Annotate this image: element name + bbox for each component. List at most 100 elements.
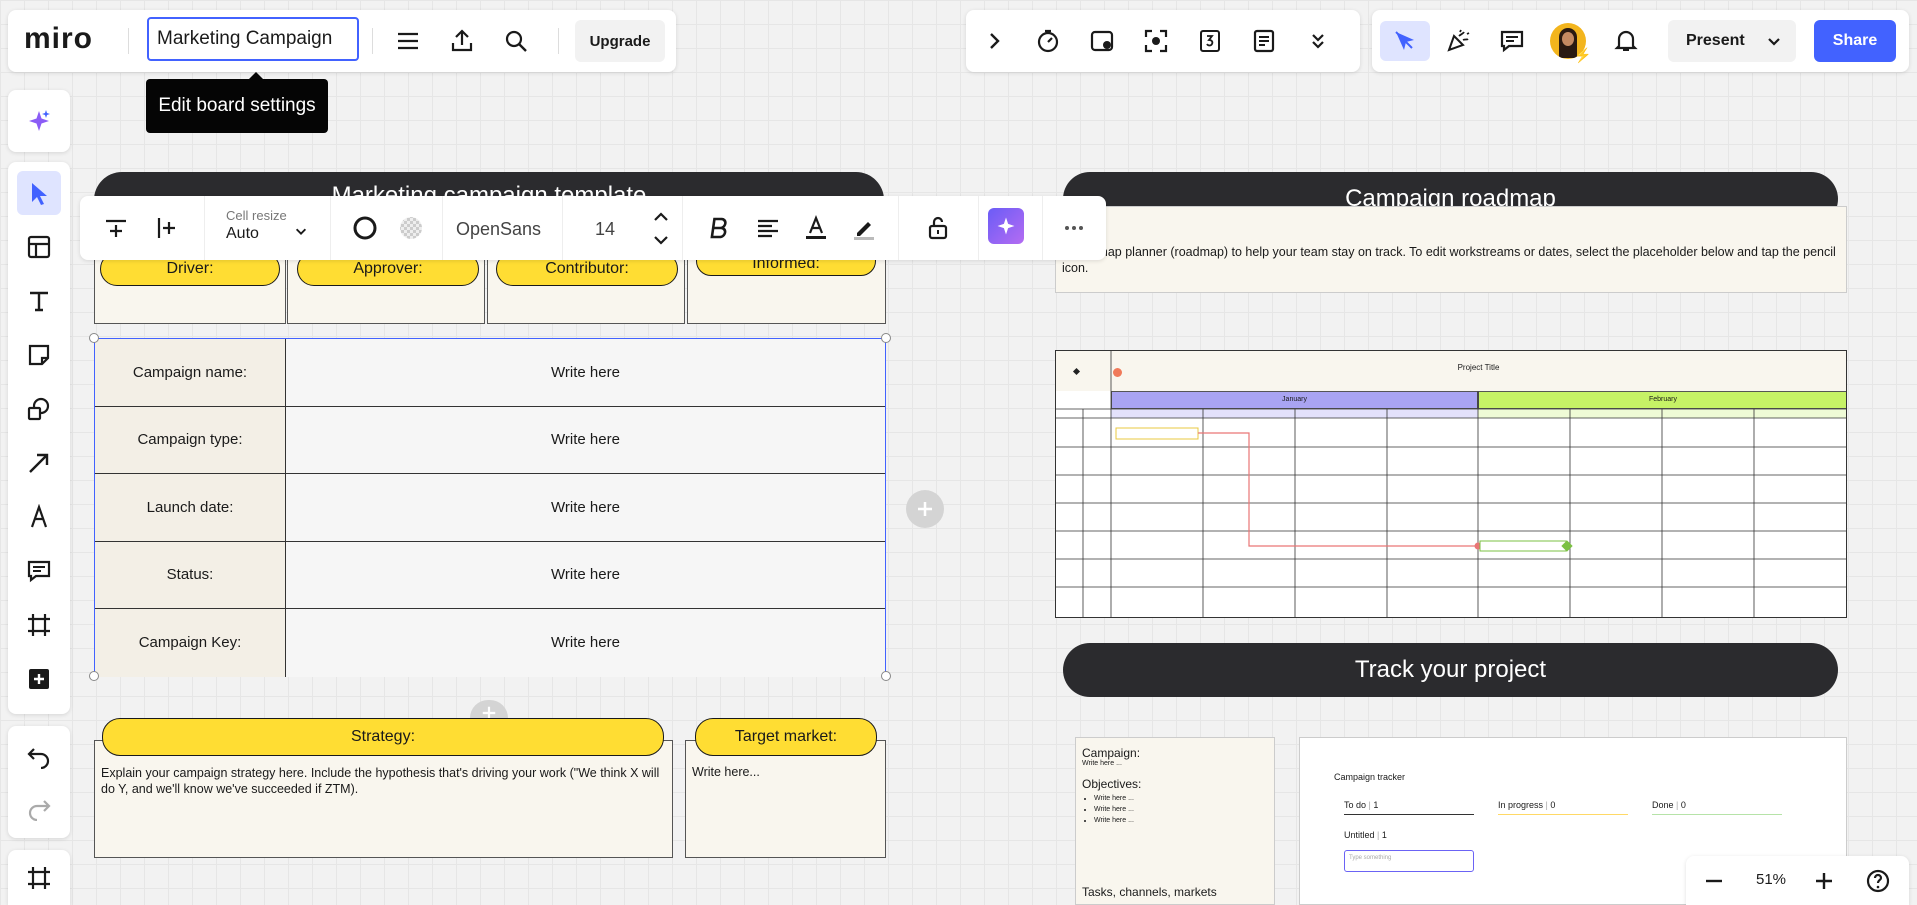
table-row: Launch date: Write here — [95, 474, 885, 542]
celebrate-button[interactable] — [1438, 21, 1478, 61]
board-name-input[interactable]: Marketing Campaign — [147, 17, 359, 61]
focus-button[interactable] — [1136, 21, 1176, 61]
tooltip-arrow — [248, 72, 264, 80]
plus-icon — [482, 706, 496, 718]
row-label-cell[interactable]: Campaign Key: — [95, 609, 286, 677]
row-label-cell[interactable]: Campaign type: — [95, 406, 286, 473]
highlighter-icon — [854, 222, 874, 240]
comment-tool[interactable] — [19, 551, 59, 591]
bold-button[interactable] — [700, 208, 740, 248]
export-button[interactable] — [442, 21, 482, 61]
tracker-input[interactable]: Type something — [1344, 850, 1474, 872]
tracker-group[interactable]: Untitled | 1 — [1344, 830, 1387, 840]
add-row-button[interactable] — [470, 700, 508, 718]
row-value-cell[interactable]: Write here — [286, 339, 885, 406]
zoom-out-button[interactable] — [1694, 861, 1734, 901]
search-button[interactable] — [496, 21, 536, 61]
row-label-cell[interactable]: Launch date: — [95, 474, 286, 541]
insert-row-button[interactable] — [96, 208, 136, 248]
row-label-cell[interactable]: Status: — [95, 541, 286, 608]
tracker-title: Campaign tracker — [1334, 772, 1406, 782]
history-panel — [8, 726, 70, 838]
strategy-box[interactable]: Explain your campaign strategy here. Inc… — [94, 740, 673, 858]
row-value-cell[interactable]: Write here — [286, 541, 885, 608]
text-color-button[interactable] — [796, 208, 836, 248]
selection-handle[interactable] — [89, 671, 99, 681]
cell-resize-dropdown[interactable]: Cell resize Auto — [226, 208, 322, 250]
row-label-cell[interactable]: Campaign name: — [95, 339, 286, 406]
upload-icon — [451, 29, 473, 52]
border-style-button[interactable] — [345, 208, 385, 248]
fill-color-button[interactable] — [391, 208, 431, 248]
font-size-stepper[interactable] — [652, 210, 670, 248]
row-value-cell[interactable]: Write here — [286, 406, 885, 473]
pen-tool[interactable] — [19, 497, 59, 537]
connector-tool[interactable] — [19, 443, 59, 483]
help-button[interactable] — [1858, 861, 1898, 901]
selection-handle[interactable] — [89, 333, 99, 343]
lock-button[interactable] — [918, 208, 958, 248]
row-value-cell[interactable]: Write here — [286, 609, 885, 677]
ai-assist-button[interactable] — [19, 101, 59, 141]
frames-list-button[interactable] — [19, 858, 59, 898]
align-button[interactable] — [748, 208, 788, 248]
target-label[interactable]: Target market: — [695, 718, 877, 756]
upgrade-button[interactable]: Upgrade — [575, 20, 665, 62]
shapes-tool[interactable] — [19, 389, 59, 429]
chevron-down-icon[interactable] — [1766, 33, 1782, 49]
zoom-in-button[interactable] — [1804, 861, 1844, 901]
selection-handle[interactable] — [881, 671, 891, 681]
share-panel: ⚡ Present Share — [1372, 10, 1909, 72]
present-button[interactable]: Present — [1668, 20, 1796, 62]
menu-button[interactable] — [388, 21, 428, 61]
sparkle-icon — [29, 110, 50, 131]
insert-column-button[interactable] — [146, 208, 186, 248]
miro-logo[interactable]: miro — [24, 24, 93, 54]
font-size-input[interactable]: 14 — [580, 208, 630, 250]
comment-icon — [27, 560, 51, 583]
tracker-col-inprogress[interactable]: In progress | 0 — [1498, 800, 1628, 815]
templates-tool[interactable] — [19, 227, 59, 267]
objective-item: Write here ... — [1094, 793, 1268, 804]
highlight-button[interactable] — [844, 208, 884, 248]
table-row: Campaign type: Write here — [95, 406, 885, 474]
selection-handle[interactable] — [881, 333, 891, 343]
campaign-table[interactable]: Campaign name: Write here Campaign type: Wr… — [94, 338, 886, 677]
caret-up-icon[interactable] — [652, 210, 670, 224]
text-tool[interactable] — [19, 281, 59, 321]
roadmap-description[interactable]: ...roadmap planner (roadmap) to help you… — [1055, 206, 1847, 293]
more-options-button[interactable] — [1054, 208, 1094, 248]
zoom-level[interactable]: 51% — [1746, 871, 1796, 888]
more-tools-button[interactable] — [1298, 21, 1338, 61]
countdown-button[interactable] — [1190, 21, 1230, 61]
select-tool[interactable] — [17, 171, 61, 215]
shapes-icon — [27, 397, 50, 421]
redo-button[interactable] — [19, 788, 59, 828]
target-box[interactable]: Write here... — [685, 740, 886, 858]
track-title-banner[interactable]: Track your project — [1063, 643, 1838, 697]
chevron-right-icon — [990, 33, 1000, 49]
add-column-button[interactable] — [906, 490, 944, 528]
reactions-filter-button[interactable] — [1380, 21, 1430, 61]
campaign-card[interactable]: Campaign: Write here ... Objectives: Wri… — [1075, 737, 1275, 905]
comments-button[interactable] — [1492, 21, 1532, 61]
strategy-label[interactable]: Strategy: — [102, 718, 664, 756]
sticky-note-tool[interactable] — [19, 335, 59, 375]
undo-button[interactable] — [19, 736, 59, 776]
notes-button[interactable] — [1244, 21, 1284, 61]
tracker-col-done[interactable]: Done | 0 — [1652, 800, 1782, 815]
notifications-button[interactable] — [1606, 21, 1646, 61]
font-family-select[interactable]: OpenSans — [448, 208, 556, 250]
timer-button[interactable] — [1028, 21, 1068, 61]
expand-tools-button[interactable] — [974, 21, 1014, 61]
roadmap-grid[interactable]: Project Title January February — [1055, 350, 1847, 618]
row-value-cell[interactable]: Write here — [286, 474, 885, 541]
unlock-icon — [928, 216, 948, 240]
frame-tool[interactable] — [19, 605, 59, 645]
caret-down-icon[interactable] — [652, 233, 670, 247]
video-button[interactable] — [1082, 21, 1122, 61]
ai-format-button[interactable] — [988, 208, 1024, 244]
tracker-col-todo[interactable]: To do | 1 — [1344, 800, 1474, 815]
share-button[interactable]: Share — [1814, 20, 1896, 62]
more-apps-tool[interactable] — [19, 659, 59, 699]
